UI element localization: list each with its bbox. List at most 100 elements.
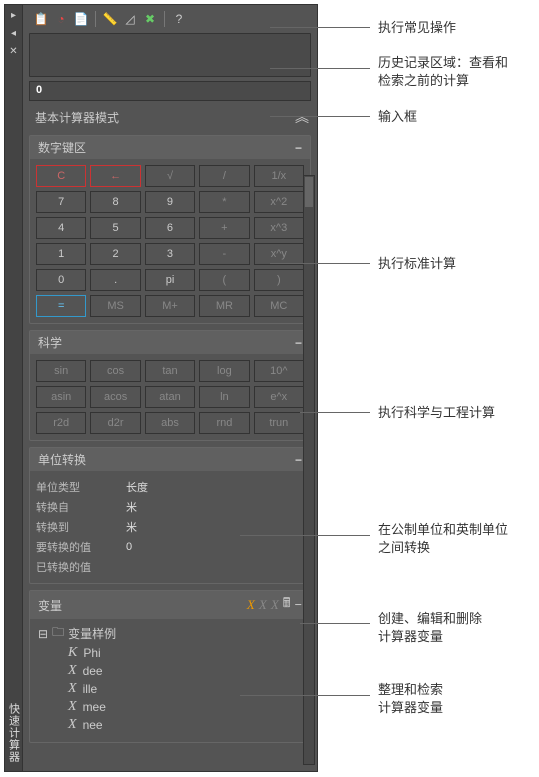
tree-toggle-icon[interactable]: ⊟ xyxy=(38,627,48,641)
callout: 输入框 xyxy=(378,108,417,126)
key-√[interactable]: √ xyxy=(145,165,195,187)
key-MS[interactable]: MS xyxy=(90,295,140,317)
key-10^[interactable]: 10^ xyxy=(254,360,304,382)
key-abs[interactable]: abs xyxy=(145,412,195,434)
unit-from-row[interactable]: 转换自米 xyxy=(36,497,304,517)
key-M+[interactable]: M+ xyxy=(145,295,195,317)
key-atan[interactable]: atan xyxy=(145,386,195,408)
key--[interactable]: - xyxy=(199,243,249,265)
collapse-icon[interactable]: − xyxy=(295,597,302,613)
key-=[interactable]: = xyxy=(36,295,86,317)
var-glyph-icon: X xyxy=(68,716,77,734)
key-MR[interactable]: MR xyxy=(199,295,249,317)
key-tan[interactable]: tan xyxy=(145,360,195,382)
numpad-header[interactable]: 数字键区 − xyxy=(30,136,310,159)
key-sin[interactable]: sin xyxy=(36,360,86,382)
delete-var-icon[interactable]: X xyxy=(271,597,279,613)
key-4[interactable]: 4 xyxy=(36,217,86,239)
panel-title: 快速计算器 xyxy=(6,703,22,763)
unit-to-row[interactable]: 转换到米 xyxy=(36,517,304,537)
ruler-icon[interactable]: 📏 xyxy=(102,11,118,27)
callout: 整理和检索计算器变量 xyxy=(378,681,443,716)
var-item[interactable]: KPhi xyxy=(38,644,302,662)
vertical-tab-bar: ▸ ◂ ✕ 快速计算器 xyxy=(5,5,23,771)
edit-var-icon[interactable]: X xyxy=(259,597,267,613)
section-title: 单位转换 xyxy=(38,451,86,468)
collapse-chevron-icon[interactable]: ︽ xyxy=(295,107,305,127)
key-d2r[interactable]: d2r xyxy=(90,412,140,434)
collapse-icon[interactable]: − xyxy=(295,336,302,350)
new-var-icon[interactable]: X xyxy=(247,597,255,613)
key-9[interactable]: 9 xyxy=(145,191,195,213)
key-([interactable]: ( xyxy=(199,269,249,291)
toolbar-sep xyxy=(95,11,96,27)
key-←[interactable]: ← xyxy=(90,165,140,187)
var-item[interactable]: Xdee xyxy=(38,662,302,680)
var-item[interactable]: Xmee xyxy=(38,698,302,716)
key-trun[interactable]: trun xyxy=(254,412,304,434)
var-tree-root[interactable]: ⊟ 🗀 变量样例 xyxy=(38,623,302,644)
unit-input-row[interactable]: 要转换的值0 xyxy=(36,537,304,557)
key-*[interactable]: * xyxy=(199,191,249,213)
key-/[interactable]: / xyxy=(199,165,249,187)
clipboard-icon[interactable]: 📋 xyxy=(33,11,49,27)
var-glyph-icon: X xyxy=(68,680,77,698)
collapse-icon[interactable]: − xyxy=(295,453,302,467)
calc-icon[interactable]: 🖩 xyxy=(283,594,291,616)
science-header[interactable]: 科学 − xyxy=(30,331,310,354)
help-icon[interactable]: ? xyxy=(171,11,187,27)
key-2[interactable]: 2 xyxy=(90,243,140,265)
pin-icon[interactable]: ▸ xyxy=(8,9,20,21)
key-3[interactable]: 3 xyxy=(145,243,195,265)
key-5[interactable]: 5 xyxy=(90,217,140,239)
vars-header[interactable]: 变量 X X X 🖩 − xyxy=(30,591,310,619)
key-e^x[interactable]: e^x xyxy=(254,386,304,408)
history-area[interactable] xyxy=(29,33,311,77)
toolbar: 📋 ◔ 📄 📏 ◿ ✖ ? xyxy=(29,9,311,29)
var-root-label: 变量样例 xyxy=(68,625,116,642)
key-asin[interactable]: asin xyxy=(36,386,86,408)
key-x^2[interactable]: x^2 xyxy=(254,191,304,213)
close-x-icon[interactable]: ✕ xyxy=(8,45,20,57)
key-x^y[interactable]: x^y xyxy=(254,243,304,265)
key-7[interactable]: 7 xyxy=(36,191,86,213)
section-title: 变量 xyxy=(38,597,62,614)
collapse-icon[interactable]: ◂ xyxy=(8,27,20,39)
key-)[interactable]: ) xyxy=(254,269,304,291)
clock-icon[interactable]: ◔ xyxy=(53,11,69,27)
angle-icon[interactable]: ◿ xyxy=(122,11,138,27)
leader-line xyxy=(240,695,370,696)
key-MC[interactable]: MC xyxy=(254,295,304,317)
leader-line xyxy=(300,412,370,413)
callout: 历史记录区域：查看和检索之前的计算 xyxy=(378,54,508,89)
key-+[interactable]: + xyxy=(199,217,249,239)
key-0[interactable]: 0 xyxy=(36,269,86,291)
key-pi[interactable]: pi xyxy=(145,269,195,291)
key-ln[interactable]: ln xyxy=(199,386,249,408)
leader-line xyxy=(270,27,370,28)
key-.[interactable]: . xyxy=(90,269,140,291)
scroll-thumb[interactable] xyxy=(305,177,313,207)
key-log[interactable]: log xyxy=(199,360,249,382)
key-C[interactable]: C xyxy=(36,165,86,187)
key-rnd[interactable]: rnd xyxy=(199,412,249,434)
leader-line xyxy=(240,535,370,536)
input-field[interactable]: 0 xyxy=(29,81,311,101)
paste-icon[interactable]: 📄 xyxy=(73,11,89,27)
key-6[interactable]: 6 xyxy=(145,217,195,239)
key-r2d[interactable]: r2d xyxy=(36,412,86,434)
key-8[interactable]: 8 xyxy=(90,191,140,213)
key-1/x[interactable]: 1/x xyxy=(254,165,304,187)
var-item[interactable]: Xnee xyxy=(38,716,302,734)
leader-line xyxy=(270,116,370,117)
calculator-panel: ▸ ◂ ✕ 快速计算器 📋 ◔ 📄 📏 ◿ ✖ ? 0 基本计算器模式 ︽ 数字… xyxy=(4,4,318,772)
intersect-icon[interactable]: ✖ xyxy=(142,11,158,27)
key-x^3[interactable]: x^3 xyxy=(254,217,304,239)
key-acos[interactable]: acos xyxy=(90,386,140,408)
unit-type-row[interactable]: 单位类型长度 xyxy=(36,477,304,497)
collapse-icon[interactable]: − xyxy=(295,141,302,155)
units-header[interactable]: 单位转换 − xyxy=(30,448,310,471)
key-1[interactable]: 1 xyxy=(36,243,86,265)
key-cos[interactable]: cos xyxy=(90,360,140,382)
leader-line xyxy=(270,263,370,264)
